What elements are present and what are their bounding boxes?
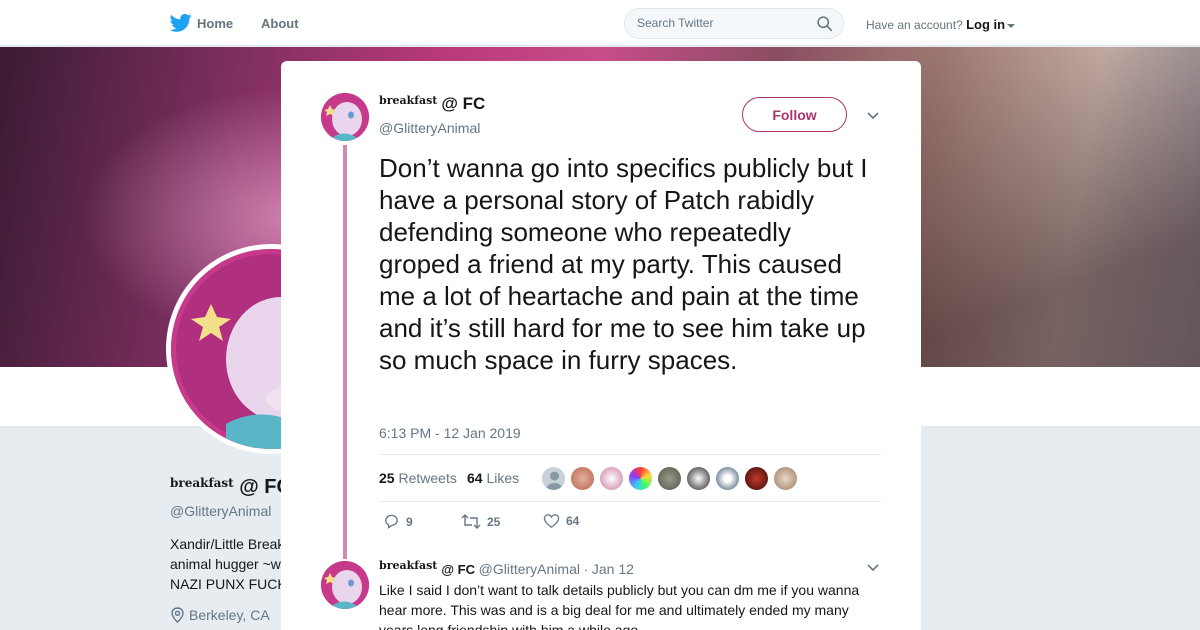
- liker-avatar[interactable]: [570, 466, 595, 491]
- twitter-bird-icon[interactable]: [170, 13, 192, 33]
- tweet-timestamp[interactable]: 6:13 PM - 12 Jan 2019: [379, 425, 521, 441]
- bio-line: animal hugger ~w: [170, 556, 281, 572]
- close-icon[interactable]: [1154, 13, 1178, 37]
- caret-down-icon[interactable]: [1007, 23, 1016, 28]
- reply-author-name[interactable]: breakfast @ FC: [379, 559, 475, 577]
- tweet-author-name[interactable]: breakfast @ FC: [379, 94, 485, 114]
- liker-avatar[interactable]: [541, 466, 566, 491]
- follow-button[interactable]: Follow: [742, 97, 847, 132]
- liker-avatar[interactable]: [744, 466, 769, 491]
- liker-avatar[interactable]: [599, 466, 624, 491]
- login-link[interactable]: Log in: [966, 17, 1005, 32]
- reply-count: 9: [406, 515, 413, 529]
- reply-separator: ·: [583, 561, 589, 577]
- account-menu[interactable]: Have an account? Log in: [866, 17, 1016, 32]
- bio-line: Xandir/Little Break: [170, 536, 285, 552]
- profile-name: breakfast @ FC: [170, 476, 291, 499]
- liker-avatar[interactable]: [657, 466, 682, 491]
- reply-text: Like I said I don’t want to talk details…: [379, 582, 860, 630]
- retweet-stat[interactable]: 25 Retweets: [379, 470, 457, 486]
- author-name-prefix: breakfast: [379, 94, 438, 107]
- tweet-modal: breakfast @ FC @GlitteryAnimal Follow Don…: [281, 61, 921, 630]
- reply-name-main: @ FC: [441, 562, 475, 577]
- author-name-main: @ FC: [441, 94, 486, 113]
- liker-avatar[interactable]: [773, 466, 798, 491]
- retweet-action[interactable]: 25: [461, 513, 500, 530]
- bio-line: NAZI PUNX FUCK: [170, 576, 287, 592]
- thread-line: [343, 145, 347, 559]
- liker-avatar[interactable]: [686, 466, 711, 491]
- profile-handle: @GlitteryAnimal: [170, 503, 272, 519]
- liker-avatar[interactable]: [628, 466, 653, 491]
- search-input[interactable]: [637, 16, 807, 30]
- retweet-count: 25: [379, 470, 395, 486]
- profile-name-prefix: breakfast: [170, 476, 234, 490]
- retweet-label: Retweets: [398, 470, 457, 486]
- liker-avatar[interactable]: [715, 466, 740, 491]
- search-box[interactable]: [624, 8, 844, 39]
- likes-label: Likes: [486, 470, 520, 486]
- tweet-author-handle[interactable]: @GlitteryAnimal: [379, 120, 480, 136]
- reply-name-prefix: breakfast: [379, 559, 438, 572]
- profile-location: Berkeley, CA: [170, 607, 270, 623]
- like-action[interactable]: 64: [543, 513, 579, 529]
- account-prompt: Have an account?: [866, 18, 963, 32]
- avatar[interactable]: [321, 561, 369, 609]
- tweet-text: Don’t wanna go into specifics publicly b…: [379, 153, 868, 375]
- location-text: Berkeley, CA: [189, 607, 270, 623]
- reply-action[interactable]: 9: [383, 513, 413, 530]
- reply-icon: [385, 514, 398, 529]
- location-pin-icon: [171, 607, 184, 623]
- search-icon[interactable]: [816, 15, 833, 32]
- heart-icon: [543, 514, 560, 528]
- chevron-down-icon[interactable]: [866, 563, 880, 573]
- reply-header: breakfast @ FC @GlitteryAnimal · Jan 12: [379, 559, 634, 577]
- likes-count: 64: [467, 470, 483, 486]
- reply-date[interactable]: Jan 12: [592, 561, 634, 577]
- profile-bio: Xandir/Little Break animal hugger ~w NAZ…: [170, 534, 287, 594]
- retweet-action-count: 25: [487, 515, 501, 529]
- reply-author-handle[interactable]: @GlitteryAnimal: [479, 561, 580, 577]
- avatar[interactable]: [321, 93, 369, 141]
- chevron-down-icon[interactable]: [866, 111, 880, 121]
- tweet-stats: 25 Retweets 64 Likes: [379, 454, 881, 502]
- like-action-count: 64: [566, 514, 580, 528]
- retweet-icon: [461, 514, 481, 529]
- nav-about-link[interactable]: About: [261, 16, 299, 31]
- top-nav: Home About Have an account? Log in: [0, 0, 1200, 46]
- nav-home-link[interactable]: Home: [197, 16, 233, 31]
- likes-stat[interactable]: 64 Likes: [467, 470, 519, 486]
